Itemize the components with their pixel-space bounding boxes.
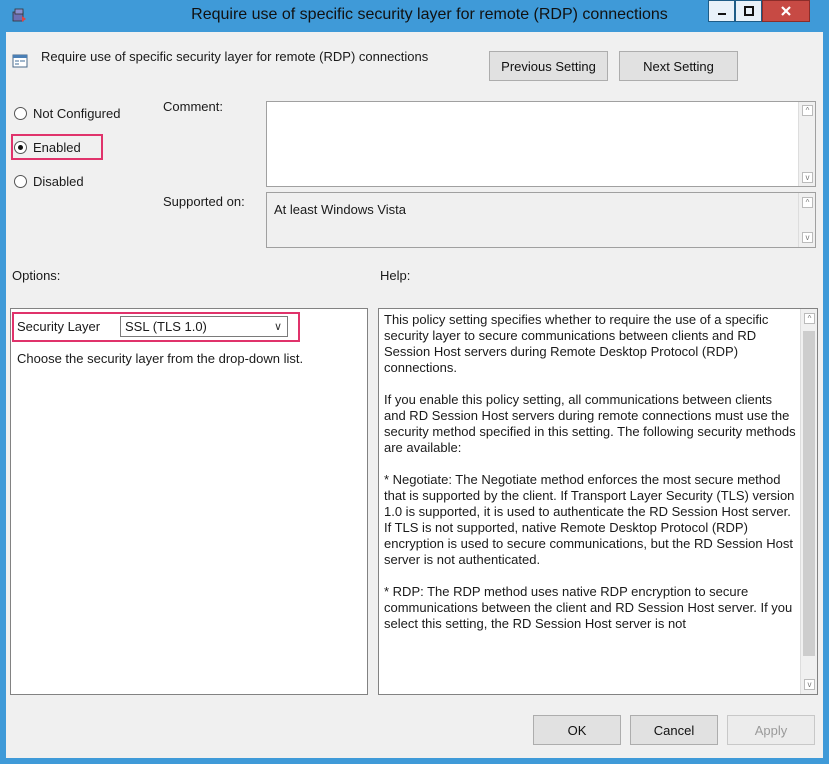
radio-not-configured[interactable]: Not Configured <box>14 106 120 121</box>
comment-label: Comment: <box>163 99 223 114</box>
supported-on-field: At least Windows Vista ^ v <box>266 192 816 248</box>
window-title: Require use of specific security layer f… <box>191 6 668 23</box>
radio-enabled[interactable]: Enabled <box>14 140 81 155</box>
supported-scrollbar[interactable]: ^ v <box>798 193 815 247</box>
minimize-button[interactable] <box>708 0 735 22</box>
ok-button[interactable]: OK <box>533 715 621 745</box>
help-scrollbar[interactable]: ^ v <box>800 309 817 694</box>
scrollbar-thumb[interactable] <box>803 331 815 656</box>
scroll-down-icon[interactable]: v <box>802 172 813 183</box>
close-button[interactable] <box>762 0 810 22</box>
setting-title: Require use of specific security layer f… <box>41 49 429 64</box>
radio-label: Disabled <box>33 174 84 189</box>
setting-icon <box>12 54 28 68</box>
next-setting-button[interactable]: Next Setting <box>619 51 738 81</box>
scroll-up-icon[interactable]: ^ <box>802 197 813 208</box>
chevron-down-icon: ∨ <box>273 321 282 333</box>
scroll-up-icon[interactable]: ^ <box>802 105 813 116</box>
help-paragraph: If you enable this policy setting, all c… <box>384 392 796 455</box>
help-paragraph: * Negotiate: The Negotiate method enforc… <box>384 472 795 567</box>
policy-dialog-window: Require use of specific security layer f… <box>0 0 829 764</box>
radio-circle[interactable] <box>14 141 27 154</box>
security-layer-instruction: Choose the security layer from the drop-… <box>17 351 304 366</box>
options-panel: Security Layer SSL (TLS 1.0) ∨ Choose th… <box>10 308 368 695</box>
help-panel: This policy setting specifies whether to… <box>378 308 818 695</box>
radio-label: Enabled <box>33 140 81 155</box>
options-label: Options: <box>12 268 61 283</box>
radio-label: Not Configured <box>33 106 121 121</box>
close-icon <box>781 6 791 16</box>
cancel-button[interactable]: Cancel <box>630 715 718 745</box>
previous-setting-button[interactable]: Previous Setting <box>489 51 608 81</box>
apply-button[interactable]: Apply <box>727 715 815 745</box>
maximize-icon <box>743 6 754 16</box>
maximize-button[interactable] <box>735 0 762 22</box>
supported-on-label: Supported on: <box>163 194 245 209</box>
scroll-down-icon[interactable]: v <box>802 232 813 243</box>
help-text: This policy setting specifies whether to… <box>384 312 796 648</box>
help-label: Help: <box>380 268 411 283</box>
title-bar[interactable]: Require use of specific security layer f… <box>0 0 829 32</box>
supported-on-value: At least Windows Vista <box>274 202 406 217</box>
radio-circle[interactable] <box>14 107 27 120</box>
dialog-client-area: Require use of specific security layer f… <box>6 32 823 758</box>
scroll-down-icon[interactable]: v <box>804 679 815 690</box>
minimize-icon <box>717 13 726 15</box>
radio-disabled[interactable]: Disabled <box>14 174 84 189</box>
help-paragraph: This policy setting specifies whether to… <box>384 312 769 375</box>
radio-circle[interactable] <box>14 175 27 188</box>
scroll-up-icon[interactable]: ^ <box>804 313 815 324</box>
security-layer-value: SSL (TLS 1.0) <box>125 319 207 334</box>
security-layer-label: Security Layer <box>17 319 101 334</box>
comment-textarea[interactable]: ^ v <box>266 101 816 187</box>
security-layer-dropdown[interactable]: SSL (TLS 1.0) ∨ <box>120 316 288 337</box>
help-paragraph: * RDP: The RDP method uses native RDP en… <box>384 584 793 631</box>
comment-scrollbar[interactable]: ^ v <box>798 102 815 186</box>
